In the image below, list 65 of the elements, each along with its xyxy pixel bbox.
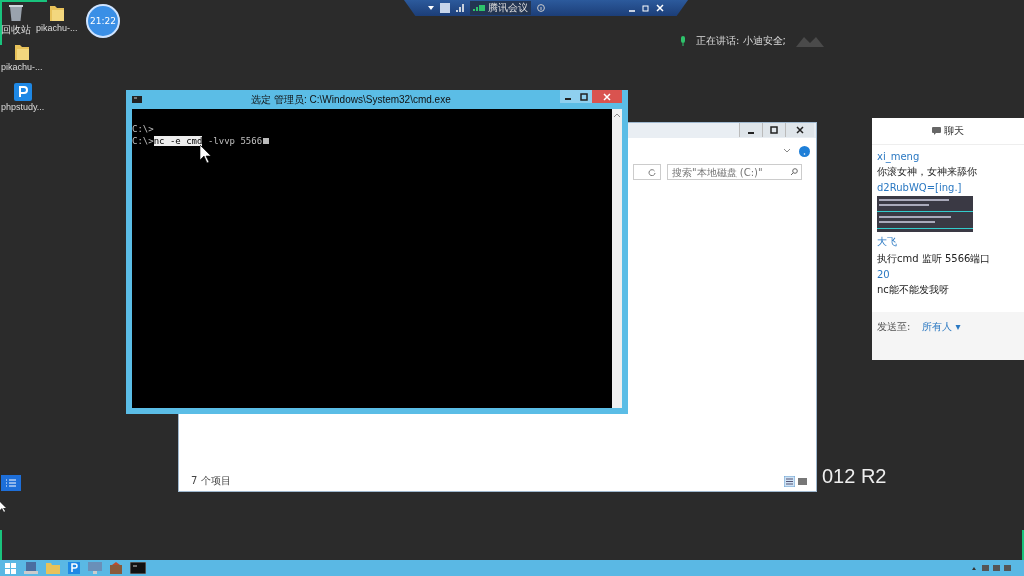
sender-name: xi_meng <box>877 151 921 162</box>
recipient-dropdown[interactable]: 所有人 ▾ <box>922 320 961 334</box>
maximize-icon <box>580 92 588 101</box>
server-manager-icon[interactable] <box>24 562 38 574</box>
meeting-title: 腾讯会议 <box>470 1 531 15</box>
folder-icon[interactable] <box>13 43 30 61</box>
sender-name: d2RubWQ=[ing.] <box>877 182 963 193</box>
chat-title: 聊天 <box>944 124 964 138</box>
list-icon <box>6 479 16 487</box>
speaker-status: 正在讲话: 小迪安全; <box>696 34 786 48</box>
desktop-icon-label[interactable]: pikachu-... <box>36 23 78 33</box>
sender-name: 大飞 <box>877 235 898 249</box>
address-bar[interactable] <box>633 164 661 180</box>
sender-name: 20 <box>877 269 891 280</box>
minimize-button[interactable] <box>739 123 762 137</box>
chat-message: nc能不能发我呀 <box>877 283 950 297</box>
item-count: 7 个项目 <box>191 474 231 488</box>
dropdown-icon[interactable] <box>428 6 434 10</box>
maximize-icon <box>770 126 778 134</box>
wallpaper-text: 012 R2 <box>822 465 887 488</box>
restore-icon[interactable] <box>642 4 650 12</box>
chevron-icon[interactable] <box>783 148 791 154</box>
thumbnail-view-icon[interactable] <box>797 475 808 487</box>
minimize-button[interactable] <box>560 90 576 103</box>
send-to-label: 发送至: <box>877 320 911 334</box>
close-icon <box>603 92 611 101</box>
scroll-up-icon[interactable] <box>614 113 620 117</box>
help-icon[interactable] <box>799 145 810 157</box>
close-button[interactable] <box>785 123 814 137</box>
maximize-button[interactable] <box>576 90 592 103</box>
close-icon <box>796 126 804 134</box>
console-icon <box>132 96 142 103</box>
recording-clock: 21:22 <box>86 4 120 38</box>
desktop-icon-label[interactable]: 回收站 <box>1 23 31 37</box>
start-icon[interactable] <box>5 562 16 574</box>
search-icon[interactable] <box>790 168 798 176</box>
box-icon[interactable] <box>110 562 122 574</box>
info-icon[interactable] <box>537 4 545 12</box>
text-cursor <box>263 138 270 144</box>
scrollbar[interactable] <box>612 109 622 408</box>
folder-icon[interactable] <box>48 4 65 22</box>
console-line: C:\> <box>132 124 154 134</box>
console-line: C:\> <box>132 136 154 146</box>
close-icon[interactable] <box>656 4 664 12</box>
details-view-icon[interactable] <box>784 475 795 487</box>
signal-icon <box>456 4 464 12</box>
maximize-button[interactable] <box>762 123 785 137</box>
app-icon[interactable] <box>13 83 32 101</box>
microphone-icon <box>680 36 686 46</box>
desktop-icon-label[interactable]: phpstudy... <box>1 102 45 112</box>
refresh-icon[interactable] <box>648 168 656 176</box>
logo-icon <box>795 35 824 47</box>
window-title: 选定 管理员: C:\Windows\System32\cmd.exe <box>250 92 452 107</box>
console-icon[interactable] <box>130 562 146 574</box>
chat-message: 执行cmd 监听 5566端口 <box>877 252 992 266</box>
mouse-pointer-icon <box>0 502 6 512</box>
recycle-bin-icon[interactable] <box>8 4 24 22</box>
desktop-icon-label[interactable]: pikachu-... <box>1 62 43 72</box>
list-button[interactable] <box>1 475 21 491</box>
search-field[interactable]: 搜索"本地磁盘 (C:)" <box>667 164 802 180</box>
network-icon <box>473 5 485 11</box>
chat-icon <box>932 127 941 135</box>
mouse-pointer-icon <box>200 145 212 163</box>
chat-message: 你滚女神，女神来舔你 <box>877 165 978 179</box>
console-text: -lvvp 5566 <box>206 136 263 146</box>
